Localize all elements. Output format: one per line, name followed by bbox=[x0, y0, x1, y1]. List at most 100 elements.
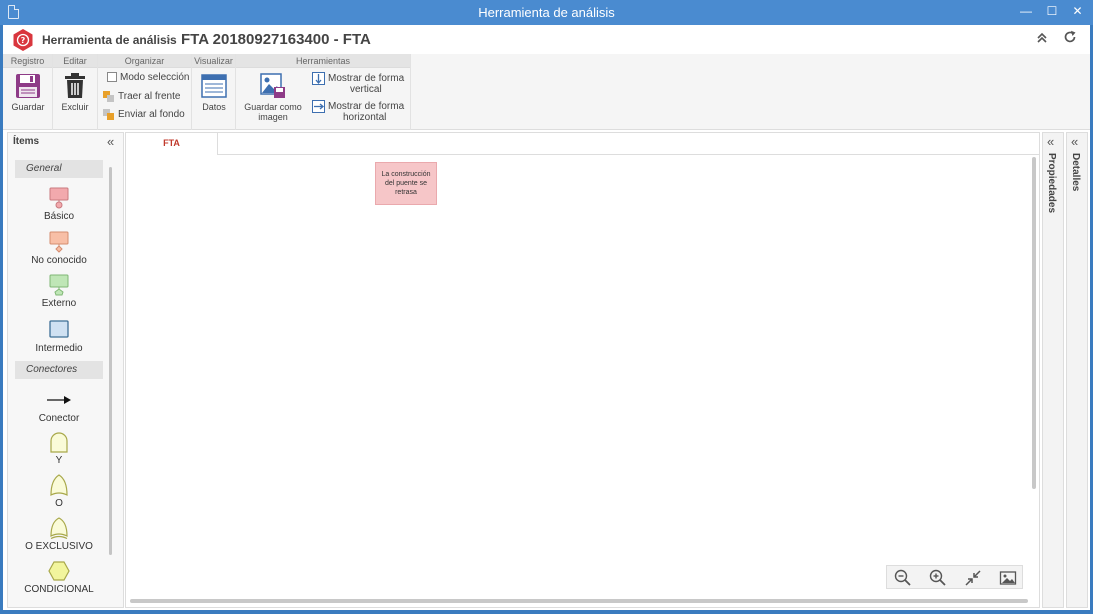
palette-item-external[interactable]: Externo bbox=[15, 274, 103, 309]
selection-mode-label: Modo selección bbox=[120, 72, 190, 83]
ribbon-toolbar: Registro Guardar Editar Excluir Organiza… bbox=[3, 54, 1090, 130]
show-vertical-label-line2: vertical bbox=[350, 84, 382, 95]
ribbon-group-label: Organizar bbox=[98, 54, 191, 68]
floppy-disk-icon bbox=[16, 74, 40, 98]
save-button[interactable]: Guardar bbox=[7, 73, 49, 112]
ribbon-group-herramientas: Herramientas Guardar como imagen Mostrar… bbox=[236, 54, 411, 130]
send-to-back-label: Enviar al fondo bbox=[118, 109, 185, 121]
palette-item-unknown[interactable]: No conocido bbox=[15, 231, 103, 266]
details-panel-label: Detalles bbox=[1070, 153, 1081, 192]
basic-event-icon bbox=[49, 187, 69, 209]
palette-item-connector[interactable]: Conector bbox=[15, 389, 103, 424]
image-save-icon bbox=[260, 73, 285, 98]
collapse-items-panel-icon[interactable]: « bbox=[107, 134, 114, 149]
selection-mode-checkbox[interactable]: Modo selección bbox=[107, 72, 189, 83]
palette-item-label: No conocido bbox=[31, 255, 87, 266]
palette-item-label: O bbox=[55, 498, 63, 509]
zoom-in-icon bbox=[929, 569, 946, 586]
and-gate-icon bbox=[50, 432, 68, 453]
collapse-header-button[interactable] bbox=[1033, 30, 1051, 48]
svg-text:?: ? bbox=[21, 36, 26, 45]
bring-to-front-label: Traer al frente bbox=[118, 91, 181, 103]
delete-button-label: Excluir bbox=[61, 102, 89, 112]
refresh-button[interactable] bbox=[1061, 30, 1079, 48]
items-panel-header: Ítems « bbox=[8, 133, 123, 151]
unknown-event-icon bbox=[49, 231, 69, 253]
palette-item-conditional[interactable]: CONDICIONAL bbox=[15, 560, 103, 595]
items-panel-scrollbar[interactable] bbox=[109, 167, 112, 555]
properties-panel[interactable]: « Propiedades bbox=[1042, 132, 1064, 608]
breadcrumb-app[interactable]: Herramienta de análisis bbox=[42, 33, 177, 47]
show-vertical-label-line1: Mostrar de forma bbox=[328, 73, 405, 85]
zoom-out-icon bbox=[894, 569, 911, 586]
data-button[interactable]: Datos bbox=[195, 73, 233, 112]
delete-button[interactable]: Excluir bbox=[56, 73, 94, 112]
diagram-canvas[interactable]: FTA La construcción del puente se retras… bbox=[125, 132, 1040, 608]
ribbon-group-editar: Editar Excluir bbox=[53, 54, 98, 130]
window-titlebar: Herramienta de análisis — ☐ ✕ bbox=[0, 0, 1093, 25]
canvas-horizontal-scrollbar[interactable] bbox=[130, 599, 1028, 603]
data-button-label: Datos bbox=[202, 102, 226, 112]
refresh-icon bbox=[1064, 30, 1076, 43]
arrow-connector-icon bbox=[47, 396, 71, 404]
window-title: Herramienta de análisis bbox=[478, 5, 615, 20]
save-as-image-button[interactable]: Guardar como imagen bbox=[240, 73, 306, 122]
app-window: ? Herramienta de análisis › FTA 20180927… bbox=[3, 25, 1090, 610]
expand-details-icon[interactable]: « bbox=[1071, 134, 1078, 149]
page-title: FTA 20180927163400 - FTA bbox=[181, 31, 371, 48]
canvas-tabs: FTA bbox=[126, 133, 1039, 155]
ribbon-group-visualizar: Visualizar Datos bbox=[192, 54, 236, 130]
save-button-label: Guardar bbox=[11, 102, 45, 112]
app-logo-icon: ? bbox=[13, 29, 33, 51]
bring-to-front-icon bbox=[103, 91, 114, 102]
compress-arrows-icon bbox=[965, 570, 981, 586]
external-event-icon bbox=[49, 274, 69, 296]
category-connectors: Conectores bbox=[15, 361, 103, 379]
canvas-vertical-scrollbar[interactable] bbox=[1032, 157, 1036, 489]
breadcrumb-separator: › bbox=[166, 31, 171, 46]
save-as-image-label-line1: Guardar como bbox=[244, 102, 302, 112]
properties-panel-label: Propiedades bbox=[1046, 153, 1057, 214]
palette-item-xor-gate[interactable]: O EXCLUSIVO bbox=[15, 517, 103, 552]
palette-item-basic[interactable]: Básico bbox=[15, 187, 103, 222]
palette-item-or-gate[interactable]: O bbox=[15, 474, 103, 509]
ribbon-group-label: Herramientas bbox=[236, 54, 410, 68]
save-as-image-label-line2: imagen bbox=[258, 112, 288, 122]
ribbon-group-label: Visualizar bbox=[192, 54, 235, 68]
xor-gate-icon bbox=[50, 517, 68, 539]
vertical-layout-icon bbox=[312, 72, 325, 85]
palette-item-label: CONDICIONAL bbox=[24, 584, 94, 595]
zoom-toolbar bbox=[886, 565, 1023, 589]
send-to-back-button[interactable]: Enviar al fondo bbox=[102, 108, 185, 121]
trash-icon bbox=[65, 73, 85, 98]
ribbon-group-label: Registro bbox=[3, 54, 52, 68]
zoom-out-button[interactable] bbox=[894, 569, 912, 587]
double-chevron-up-icon bbox=[1037, 32, 1047, 43]
palette-item-label: Conector bbox=[38, 413, 80, 424]
palette-item-label: Intermedio bbox=[35, 343, 83, 354]
conditional-gate-icon bbox=[48, 561, 70, 581]
minimize-button[interactable]: — bbox=[1012, 0, 1040, 22]
bring-to-front-button[interactable]: Traer al frente bbox=[102, 90, 180, 103]
image-icon bbox=[999, 571, 1017, 585]
data-table-icon bbox=[201, 74, 227, 98]
fit-to-screen-button[interactable] bbox=[964, 569, 982, 587]
checkbox-icon bbox=[107, 72, 117, 83]
tab-fta[interactable]: FTA bbox=[126, 133, 218, 155]
palette-item-label: O EXCLUSIVO bbox=[25, 541, 93, 552]
items-panel: Ítems « General Básico No conocido Exter… bbox=[7, 132, 124, 608]
zoom-in-button[interactable] bbox=[929, 569, 947, 587]
palette-item-intermediate[interactable]: Intermedio bbox=[15, 319, 103, 354]
diagram-node-top-event[interactable]: La construcción del puente se retrasa bbox=[375, 162, 437, 205]
show-horizontal-label-line2: horizontal bbox=[343, 112, 387, 123]
close-button[interactable]: ✕ bbox=[1062, 0, 1093, 22]
export-image-button[interactable] bbox=[999, 569, 1017, 587]
page-header: ? Herramienta de análisis › FTA 20180927… bbox=[3, 25, 1090, 54]
details-panel[interactable]: « Detalles bbox=[1066, 132, 1088, 608]
intermediate-event-icon bbox=[49, 320, 69, 338]
expand-properties-icon[interactable]: « bbox=[1047, 134, 1054, 149]
category-general: General bbox=[15, 160, 103, 178]
ribbon-group-label: Editar bbox=[53, 54, 97, 68]
horizontal-layout-icon bbox=[312, 100, 325, 113]
palette-item-and-gate[interactable]: Y bbox=[15, 431, 103, 466]
